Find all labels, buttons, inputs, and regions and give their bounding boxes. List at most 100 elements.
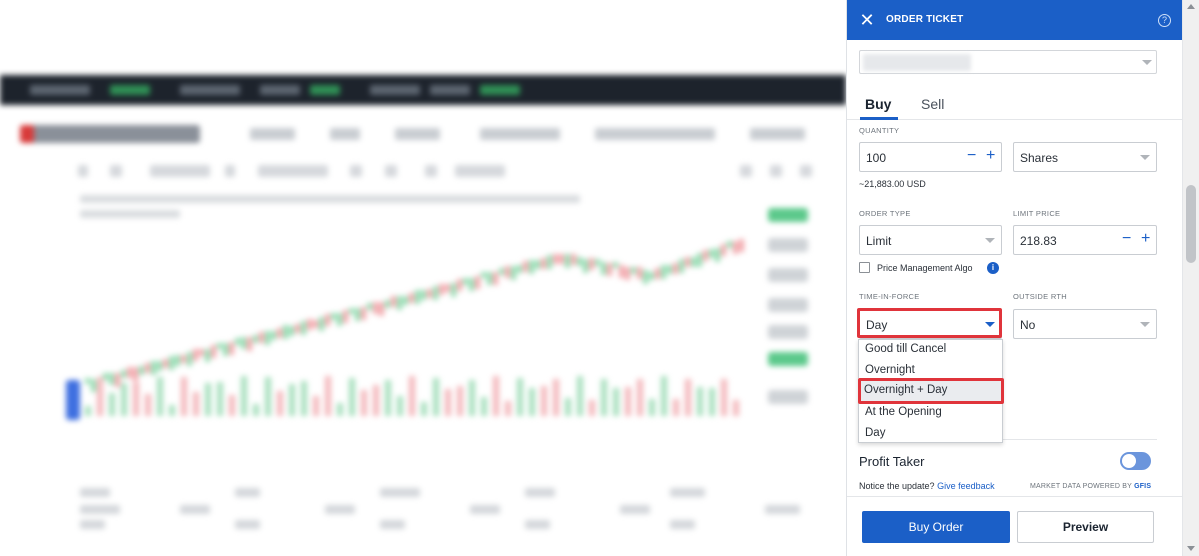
close-icon[interactable]: ✕: [859, 11, 875, 29]
candle: [475, 276, 480, 289]
screen: ✕ ORDER TICKET ? Buy Sell QUANTITY 100 −…: [0, 0, 1199, 556]
candle: [421, 290, 426, 301]
tif-option-day[interactable]: Day: [865, 427, 885, 439]
give-feedback-link[interactable]: Give feedback: [937, 481, 995, 491]
candle: [367, 303, 372, 310]
candle: [523, 261, 528, 273]
candle: [163, 359, 168, 369]
candle: [319, 317, 324, 331]
ticker-bar: [0, 75, 846, 105]
chevron-down-icon: [985, 238, 995, 243]
candle: [655, 268, 660, 280]
candle: [307, 319, 312, 331]
quantity-unit-value: Shares: [1020, 151, 1059, 165]
tif-option-good-till-cancel[interactable]: Good till Cancel: [865, 343, 946, 355]
candle: [559, 254, 564, 264]
volume-bar: [493, 376, 499, 416]
scroll-down-arrow[interactable]: [1187, 546, 1195, 551]
candle: [673, 263, 678, 274]
quantity-unit-select[interactable]: Shares: [1013, 142, 1157, 172]
volume-bar: [253, 403, 259, 416]
tif-option-at-the-opening[interactable]: At the Opening: [865, 406, 942, 418]
update-notice: Notice the update? Give feedback: [859, 481, 995, 491]
tif-option-overnight[interactable]: Overnight: [865, 364, 915, 376]
volume-bar: [373, 384, 379, 416]
quantity-label: QUANTITY: [859, 126, 900, 135]
volume-bar: [421, 401, 427, 416]
candle: [187, 352, 192, 366]
candle: [733, 241, 738, 255]
market-data-text: MARKET DATA POWERED BY: [1030, 483, 1132, 490]
outside-rth-value: No: [1020, 318, 1036, 332]
order-value-estimate: ~21,883.00 USD: [859, 179, 926, 189]
candle: [373, 302, 378, 315]
symbol-selector[interactable]: [859, 50, 1157, 74]
volume-bar: [241, 376, 247, 416]
candle: [139, 366, 144, 376]
candle: [517, 265, 522, 274]
volume-bar: [457, 385, 463, 416]
volume-bar: [289, 384, 295, 416]
volume-bar: [169, 405, 175, 416]
profit-taker-label: Profit Taker: [859, 454, 925, 469]
candle: [223, 343, 228, 356]
price-management-checkbox[interactable]: [859, 262, 870, 273]
candle: [487, 272, 492, 285]
quantity-decrement-button[interactable]: −: [967, 147, 976, 165]
info-icon[interactable]: i: [987, 262, 999, 274]
help-icon[interactable]: ?: [1158, 14, 1171, 27]
candle: [679, 259, 684, 273]
volume-bar: [733, 400, 739, 416]
panel-title: ORDER TICKET: [886, 14, 964, 25]
profit-taker-toggle[interactable]: [1120, 452, 1151, 470]
order-ticket-header: ✕ ORDER TICKET ?: [847, 0, 1183, 40]
candle: [727, 241, 732, 249]
outside-rth-select[interactable]: No: [1013, 309, 1157, 339]
candle: [403, 296, 408, 306]
volume-bar: [553, 379, 559, 416]
volume-bar: [385, 380, 391, 416]
candle: [457, 279, 462, 291]
volume-bar: [205, 383, 211, 416]
scroll-up-arrow[interactable]: [1187, 4, 1195, 9]
candle: [343, 310, 348, 323]
order-type-select[interactable]: Limit: [859, 225, 1002, 255]
tab-buy[interactable]: Buy: [865, 96, 891, 112]
scroll-thumb[interactable]: [1186, 185, 1196, 263]
candle: [325, 314, 330, 326]
volume-bar: [121, 382, 127, 416]
candle: [571, 254, 576, 266]
volume-bar: [145, 393, 151, 416]
candle: [565, 254, 570, 268]
outside-rth-label: OUTSIDE RTH: [1013, 292, 1067, 301]
limit-price-input[interactable]: 218.83 − +: [1013, 225, 1157, 255]
buy-order-button[interactable]: Buy Order: [862, 511, 1010, 543]
quantity-input[interactable]: 100 − +: [859, 142, 1002, 172]
chevron-down-icon: [1140, 155, 1150, 160]
quantity-value: 100: [866, 151, 887, 165]
tab-sell[interactable]: Sell: [921, 96, 944, 112]
volume-bar: [637, 379, 643, 416]
candle: [301, 321, 306, 335]
quantity-increment-button[interactable]: +: [986, 147, 995, 165]
volume-bar: [301, 381, 307, 416]
candle: [295, 324, 300, 334]
candle: [703, 250, 708, 261]
preview-button[interactable]: Preview: [1017, 511, 1154, 543]
panel-scrollbar[interactable]: [1182, 0, 1199, 556]
candle: [535, 260, 540, 270]
candle: [355, 308, 360, 321]
candle: [157, 361, 162, 372]
candle: [397, 296, 402, 310]
candle: [739, 239, 744, 252]
candle: [625, 267, 630, 281]
candle: [451, 283, 456, 297]
candle: [127, 367, 132, 379]
candle: [607, 263, 612, 276]
candle: [637, 267, 642, 280]
market-data-provider-link[interactable]: GFIS: [1134, 483, 1151, 490]
limit-price-decrement-button[interactable]: −: [1122, 230, 1131, 248]
limit-price-increment-button[interactable]: +: [1141, 230, 1150, 248]
option-highlight: [858, 378, 1004, 404]
candle: [85, 378, 90, 384]
